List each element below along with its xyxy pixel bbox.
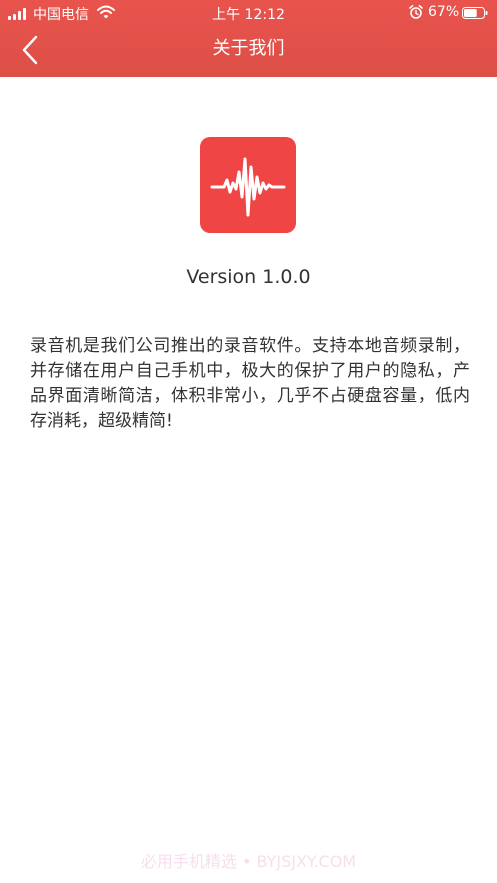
alarm-icon <box>409 5 423 19</box>
waveform-icon <box>210 157 286 217</box>
watermark: 必用手机精选 • BYJSJXY.COM <box>140 852 357 871</box>
battery-percent: 67% <box>428 4 460 20</box>
page-title: 关于我们 <box>212 38 285 59</box>
app-description: 录音机是我们公司推出的录音软件。支持本地音频录制，并存储在用户自己手机中，极大的… <box>30 336 470 431</box>
battery-icon <box>462 7 488 19</box>
header-bar: 中国电信 上午 12:12 67% 关于我们 <box>0 0 497 77</box>
version-label: Version 1.0.0 <box>186 266 311 288</box>
app-logo <box>200 137 296 233</box>
status-bar: 中国电信 上午 12:12 67% <box>0 0 497 26</box>
